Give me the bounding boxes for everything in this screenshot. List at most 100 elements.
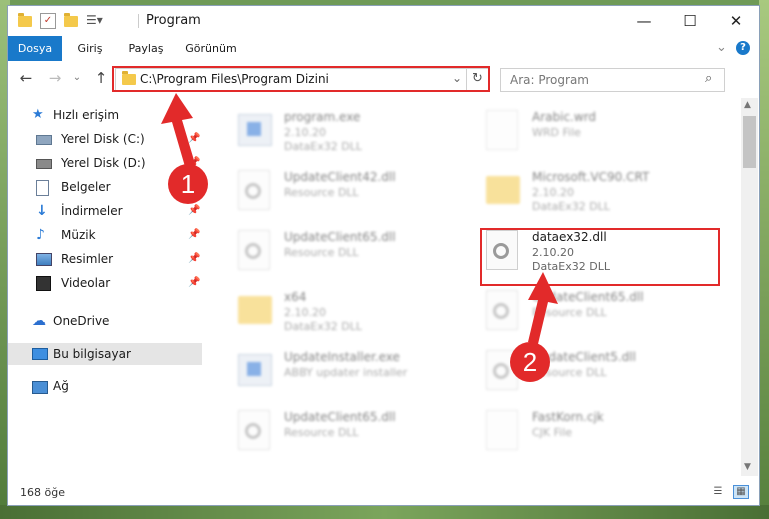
file-item[interactable]: FastKorn.cjk CJK File: [486, 404, 726, 456]
nav-this-pc[interactable]: Bu bilgisayar: [8, 343, 202, 365]
file-name: Arabic.wrd: [532, 110, 597, 124]
expand-ribbon-icon[interactable]: ⌄: [716, 40, 727, 55]
nav-label: Resimler: [61, 252, 114, 266]
file-item[interactable]: Arabic.wrd WRD File: [486, 104, 726, 156]
file-item[interactable]: UpdateClient42.dll Resource DLL: [238, 164, 478, 216]
nav-item-pictures[interactable]: Resimler 📌: [8, 248, 202, 270]
vertical-scrollbar[interactable]: ▲ ▼: [741, 98, 758, 476]
file-meta: Resource DLL: [284, 426, 359, 439]
nav-label: Videolar: [61, 276, 111, 290]
maximize-button[interactable]: ☐: [667, 6, 713, 36]
file-name: FastKorn.cjk: [532, 410, 604, 424]
help-icon[interactable]: ?: [736, 41, 750, 55]
file-meta: ABBY updater installer: [284, 366, 408, 379]
ribbon-tabs: Dosya Giriş Paylaş Görünüm ⌄ ?: [8, 36, 759, 61]
file-icon: [486, 410, 520, 450]
desktop-background-bottom: [0, 505, 769, 519]
file-meta: 2.10.20: [532, 186, 574, 199]
file-meta: 2.10.20: [284, 126, 326, 139]
folder-icon: [18, 13, 32, 27]
nav-label: Yerel Disk (D:): [61, 156, 146, 170]
star-icon: ★: [32, 107, 44, 122]
scroll-down-icon[interactable]: ▼: [744, 462, 751, 472]
file-item[interactable]: UpdateClient65.dll Resource DLL: [238, 224, 478, 276]
file-highlight-box: [480, 228, 720, 286]
minimize-button[interactable]: —: [621, 6, 667, 36]
download-icon: ↓: [36, 203, 48, 219]
file-name: UpdateClient65.dll: [284, 410, 396, 424]
pin-icon[interactable]: 📌: [188, 248, 200, 270]
file-name: program.exe: [284, 110, 361, 124]
nav-label: Hızlı erişim: [53, 108, 120, 122]
nav-label: Belgeler: [61, 180, 111, 194]
tab-dosya[interactable]: Dosya: [8, 36, 62, 61]
file-name: UpdateClient65.dll: [284, 230, 396, 244]
nav-item-music[interactable]: ♪ Müzik 📌: [8, 224, 202, 246]
file-meta: Resource DLL: [284, 246, 359, 259]
file-meta: DataEx32 DLL: [532, 200, 610, 213]
nav-label: OneDrive: [53, 314, 110, 328]
pin-icon[interactable]: 📌: [188, 224, 200, 246]
nav-label: Bu bilgisayar: [53, 347, 131, 361]
exe-icon: [238, 110, 272, 150]
file-meta: 2.10.20: [284, 306, 326, 319]
customize-toolbar-icon[interactable]: ☰▾: [86, 13, 103, 27]
folder-icon: [486, 170, 520, 210]
file-name: x64: [284, 290, 307, 304]
music-icon: ♪: [36, 227, 45, 243]
tab-gorunum[interactable]: Görünüm: [178, 36, 244, 61]
large-icons-view-icon[interactable]: ▦: [733, 485, 749, 499]
file-item[interactable]: x64 2.10.20 DataEx32 DLL: [238, 284, 478, 336]
properties-icon[interactable]: ✓: [40, 13, 56, 29]
disk-icon: [36, 156, 52, 170]
recent-chevron-icon[interactable]: ⌄: [68, 69, 86, 87]
file-meta: Resource DLL: [284, 186, 359, 199]
file-icon: [486, 110, 520, 150]
pin-icon[interactable]: 📌: [188, 128, 200, 150]
tab-paylas[interactable]: Paylaş: [120, 36, 172, 61]
close-button[interactable]: ✕: [713, 6, 759, 36]
callout-one: 1: [168, 164, 208, 204]
file-item[interactable]: UpdateClient65.dll Resource DLL: [486, 284, 726, 336]
file-item[interactable]: UpdateClient65.dll Resource DLL: [238, 404, 478, 456]
dll-gear-icon: [238, 170, 272, 210]
title-bar: ✓ ☰▾ Program — ☐ ✕: [8, 6, 759, 36]
installer-icon: [238, 350, 272, 390]
file-meta: CJK File: [532, 426, 573, 439]
nav-item-c-drive[interactable]: Yerel Disk (C:) 📌: [8, 128, 202, 150]
nav-onedrive[interactable]: ☁ OneDrive: [8, 310, 202, 332]
file-item[interactable]: Microsoft.VC90.CRT 2.10.20 DataEx32 DLL: [486, 164, 726, 216]
file-name: Microsoft.VC90.CRT: [532, 170, 650, 184]
file-name: UpdateClient65.dll: [532, 290, 644, 304]
dll-gear-icon: [238, 410, 272, 450]
file-meta: Resource DLL: [532, 306, 607, 319]
file-item[interactable]: program.exe 2.10.20 DataEx32 DLL: [238, 104, 478, 156]
network-icon: [32, 379, 48, 394]
nav-item-videos[interactable]: Videolar 📌: [8, 272, 202, 294]
back-arrow-icon[interactable]: ←: [17, 69, 35, 87]
search-placeholder: Ara: Program: [510, 73, 589, 87]
tab-giris[interactable]: Giriş: [66, 36, 114, 61]
file-item[interactable]: UpdateInstaller.exe ABBY updater install…: [238, 344, 478, 396]
search-icon[interactable]: ⌕: [705, 71, 712, 86]
search-input[interactable]: Ara: Program ⌕: [500, 68, 725, 92]
scroll-up-icon[interactable]: ▲: [744, 100, 751, 110]
file-name: UpdateInstaller.exe: [284, 350, 400, 364]
forward-arrow-icon[interactable]: →: [46, 69, 64, 87]
navigation-pane: ★ Hızlı erişim Yerel Disk (C:) 📌 Yerel D…: [8, 98, 202, 476]
folder-icon: [238, 290, 272, 330]
address-highlight-box: [112, 66, 490, 92]
nav-label: Ağ: [53, 379, 69, 393]
up-arrow-icon[interactable]: ↑: [92, 69, 110, 87]
scrollbar-thumb[interactable]: [743, 116, 756, 168]
new-folder-icon[interactable]: [64, 13, 78, 27]
nav-label: İndirmeler: [61, 204, 123, 218]
nav-network[interactable]: Ağ: [8, 375, 202, 397]
pictures-icon: [36, 252, 52, 266]
nav-item-downloads[interactable]: ↓ İndirmeler 📌: [8, 200, 202, 222]
nav-label: Yerel Disk (C:): [61, 132, 145, 146]
videos-icon: [36, 276, 51, 291]
pin-icon[interactable]: 📌: [188, 272, 200, 294]
details-view-icon[interactable]: ☰: [711, 486, 725, 498]
nav-quick-access[interactable]: ★ Hızlı erişim: [8, 104, 202, 126]
